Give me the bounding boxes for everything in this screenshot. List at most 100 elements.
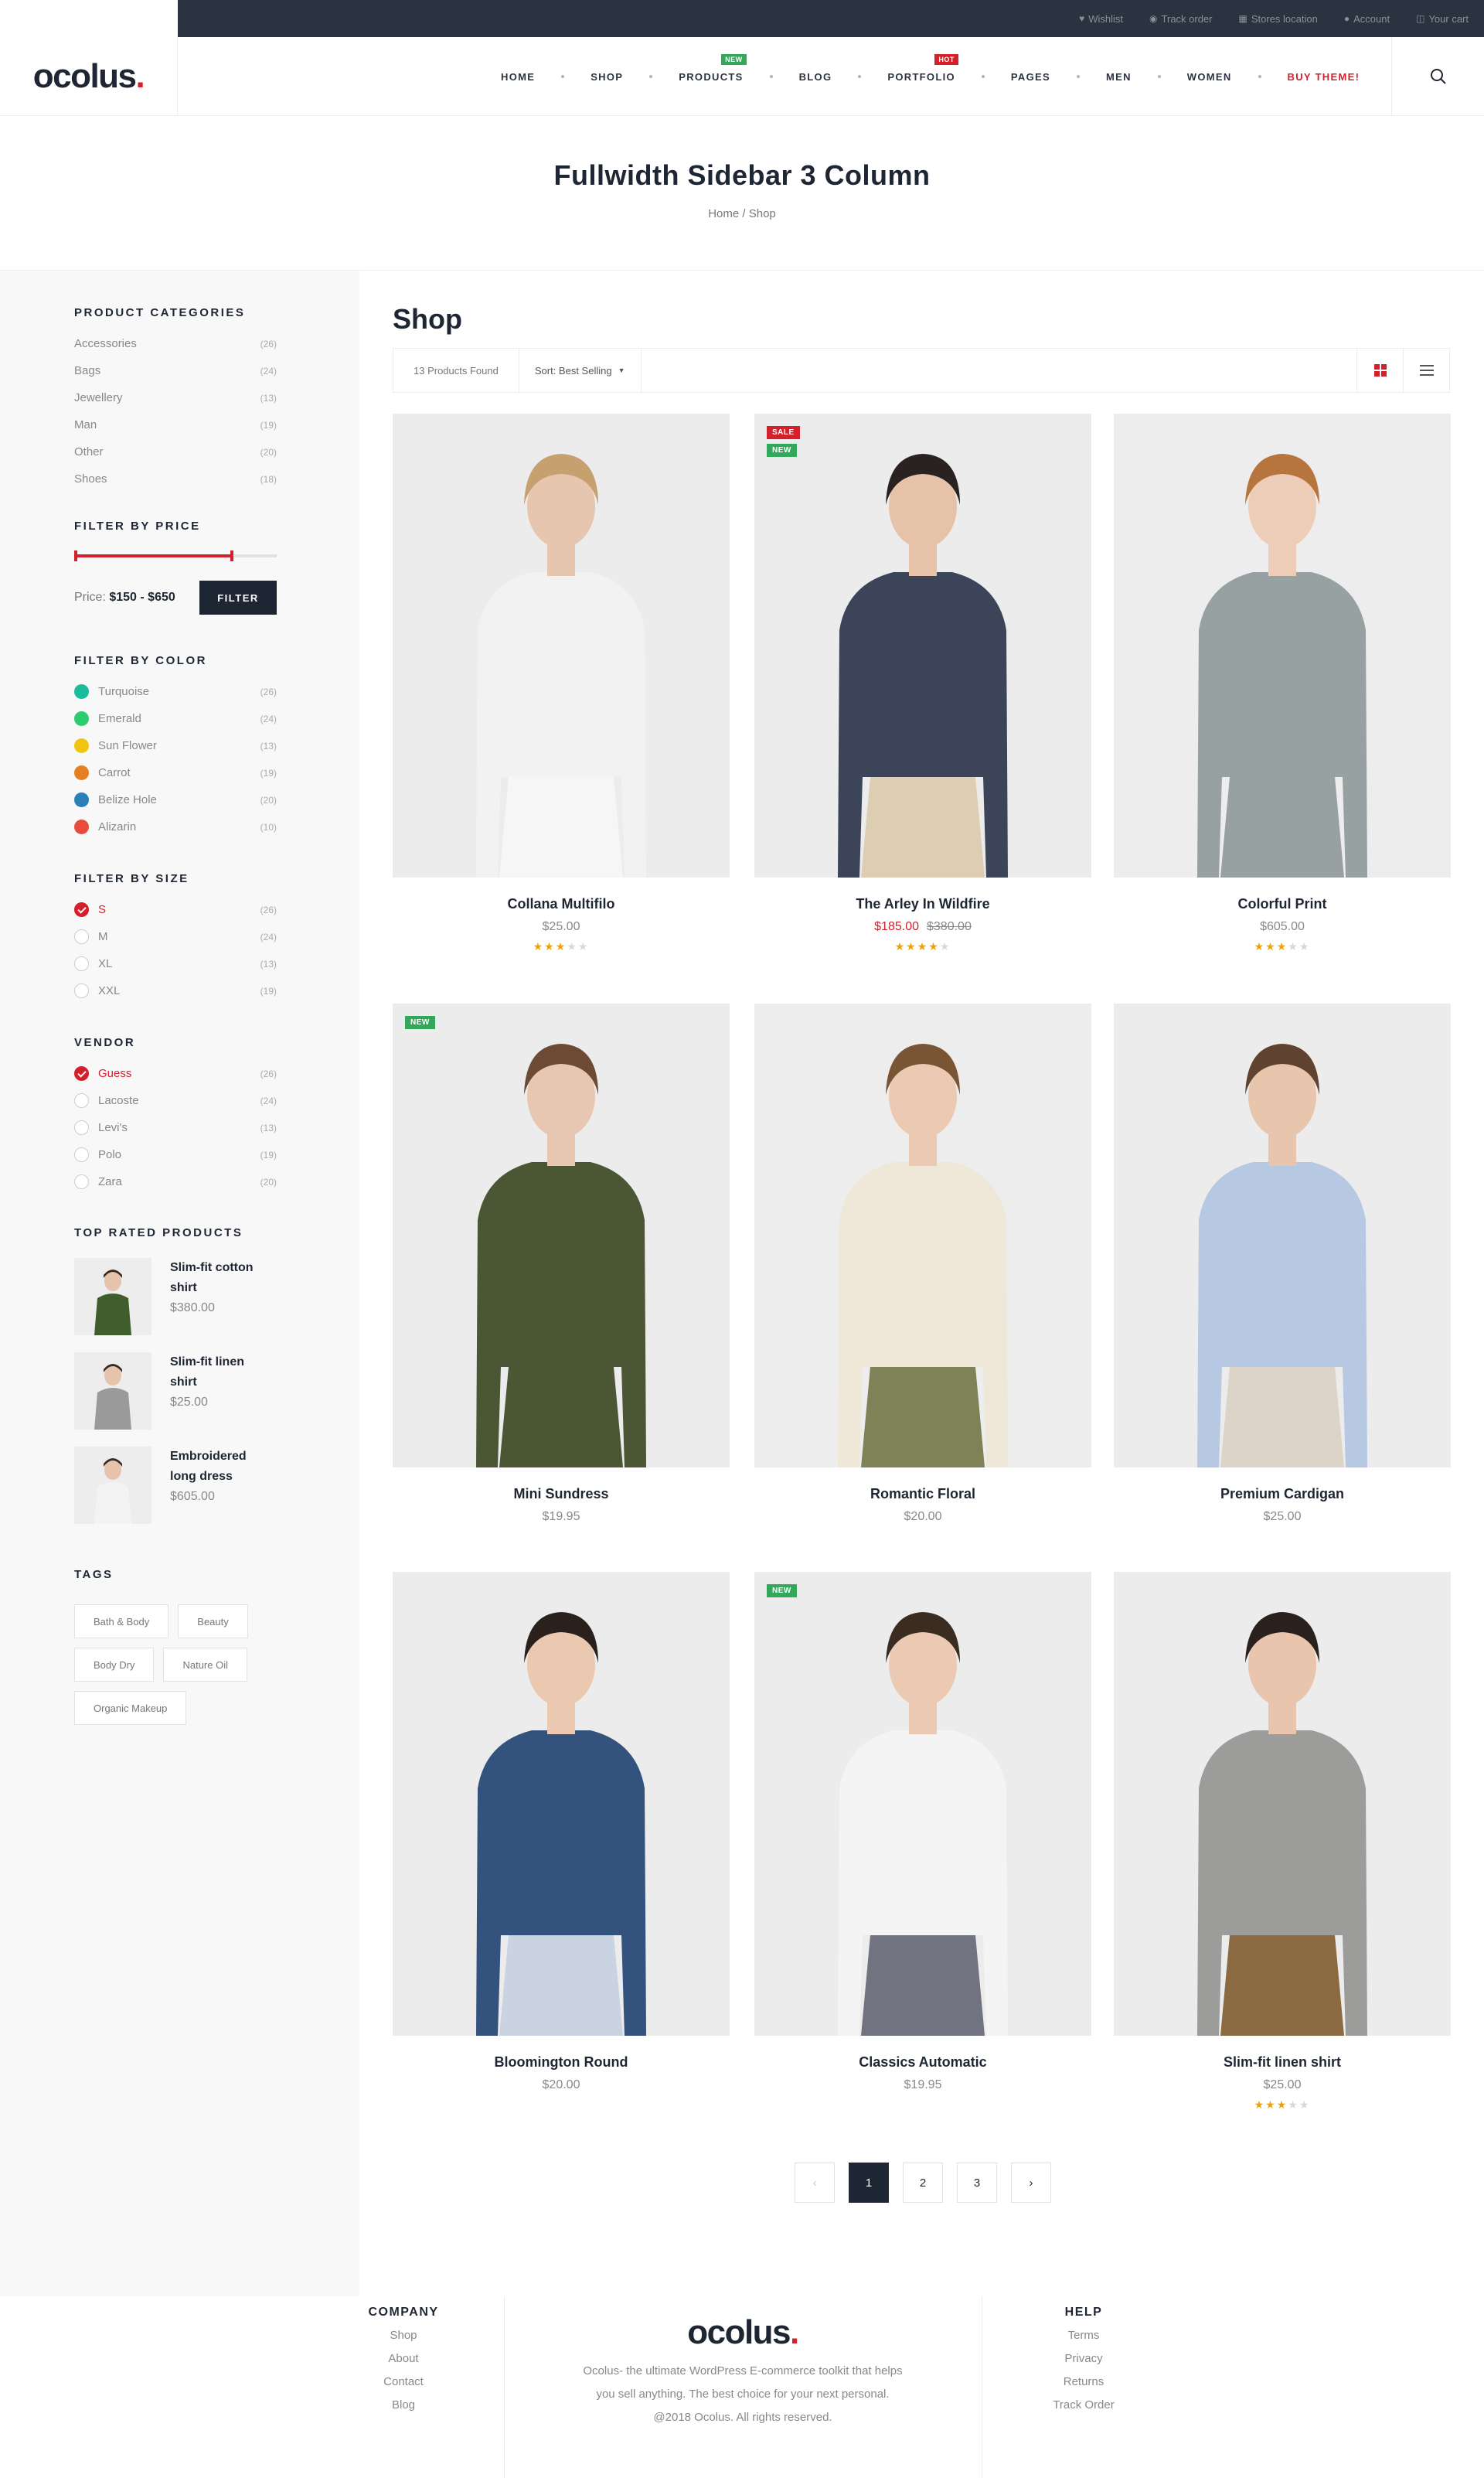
top-rated-thumbnail[interactable]	[74, 1352, 151, 1430]
checkbox-icon[interactable]	[74, 1093, 89, 1108]
checkbox-icon[interactable]	[74, 1174, 89, 1189]
product-card[interactable]: Romantic Floral $20.00	[754, 1004, 1091, 1524]
grid-view-button[interactable]	[1356, 349, 1403, 392]
product-card[interactable]: Bloomington Round $20.00	[393, 1572, 730, 2092]
product-card[interactable]: SALE NEW The Arley In Wildfire $185.00 $380.…	[754, 414, 1091, 953]
product-image[interactable]: NEW	[754, 1572, 1091, 2036]
product-card[interactable]: Slim-fit linen shirt $25.00 ★★★★★	[1114, 1572, 1451, 2112]
color-item[interactable]: Emerald (24)	[74, 705, 277, 732]
top-link-account[interactable]: ● Account	[1344, 13, 1390, 25]
color-item[interactable]: Alizarin (10)	[74, 813, 277, 840]
product-name[interactable]: Slim-fit linen shirt	[1114, 2054, 1451, 2071]
vendor-item[interactable]: Polo (19)	[74, 1141, 277, 1168]
list-view-button[interactable]	[1403, 349, 1449, 392]
color-item[interactable]: Sun Flower (13)	[74, 732, 277, 759]
footer-link-returns[interactable]: Returns	[1020, 2375, 1147, 2389]
checkbox-icon[interactable]	[74, 929, 89, 944]
top-rated-thumbnail[interactable]	[74, 1447, 151, 1524]
price-slider-min-handle[interactable]	[74, 550, 77, 561]
top-rated-name[interactable]: Slim-fit cotton shirt	[170, 1258, 271, 1298]
footer-link-track-order[interactable]: Track Order	[1020, 2398, 1147, 2412]
checkbox-icon[interactable]	[74, 956, 89, 971]
top-rated-item[interactable]: Slim-fit linen shirt $25.00	[74, 1352, 277, 1430]
product-name[interactable]: Romantic Floral	[754, 1486, 1091, 1502]
nav-item-products[interactable]: PRODUCTS NEW	[679, 53, 747, 83]
nav-item-blog[interactable]: BLOG	[799, 71, 832, 83]
size-item[interactable]: S (26)	[74, 896, 277, 923]
footer-link-privacy[interactable]: Privacy	[1020, 2352, 1147, 2366]
filter-button[interactable]: FILTER	[199, 581, 277, 615]
tag-button[interactable]: Organic Makeup	[74, 1691, 187, 1725]
product-card[interactable]: NEW Classics Automatic $19.95	[754, 1572, 1091, 2092]
page-button-1[interactable]: 1	[849, 2163, 889, 2203]
product-card[interactable]: Colorful Print $605.00 ★★★★★	[1114, 414, 1451, 953]
breadcrumb-home[interactable]: Home	[708, 207, 739, 220]
category-item[interactable]: Bags (24)	[74, 357, 277, 384]
checkbox-checked-icon[interactable]	[74, 902, 89, 917]
footer-link-shop[interactable]: Shop	[340, 2329, 467, 2343]
price-slider-max-handle[interactable]	[230, 550, 233, 561]
product-name[interactable]: Classics Automatic	[754, 2054, 1091, 2071]
top-rated-thumbnail[interactable]	[74, 1258, 151, 1335]
color-item[interactable]: Belize Hole (20)	[74, 786, 277, 813]
checkbox-checked-icon[interactable]	[74, 1066, 89, 1081]
prev-page-button[interactable]: ‹	[795, 2163, 835, 2203]
checkbox-icon[interactable]	[74, 1120, 89, 1135]
product-image[interactable]	[1114, 1572, 1451, 2036]
category-item[interactable]: Man (19)	[74, 411, 277, 438]
size-item[interactable]: XL (13)	[74, 950, 277, 977]
product-name[interactable]: The Arley In Wildfire	[754, 896, 1091, 912]
product-name[interactable]: Colorful Print	[1114, 896, 1451, 912]
sort-dropdown[interactable]: Sort: Best Selling ▼	[519, 349, 642, 392]
logo-container[interactable]: ocolus.	[0, 37, 178, 116]
footer-logo[interactable]: ocolus.	[504, 2313, 982, 2352]
tag-button[interactable]: Body Dry	[74, 1648, 155, 1682]
nav-item-home[interactable]: HOME	[501, 71, 535, 83]
page-button-3[interactable]: 3	[957, 2163, 997, 2203]
price-slider[interactable]	[74, 550, 277, 561]
footer-link-about[interactable]: About	[340, 2352, 467, 2366]
tag-button[interactable]: Beauty	[178, 1604, 248, 1638]
top-rated-name[interactable]: Slim-fit linen shirt	[170, 1352, 271, 1392]
footer-link-contact[interactable]: Contact	[340, 2375, 467, 2389]
category-item[interactable]: Jewellery (13)	[74, 384, 277, 411]
color-item[interactable]: Turquoise (26)	[74, 678, 277, 705]
checkbox-icon[interactable]	[74, 1147, 89, 1162]
product-image[interactable]	[1114, 414, 1451, 878]
site-logo[interactable]: ocolus.	[33, 57, 145, 96]
nav-item-buy-theme[interactable]: BUY THEME!	[1288, 71, 1360, 83]
vendor-item[interactable]: Lacoste (24)	[74, 1087, 277, 1114]
category-item[interactable]: Accessories (26)	[74, 330, 277, 357]
product-image[interactable]	[1114, 1004, 1451, 1467]
page-button-2[interactable]: 2	[903, 2163, 943, 2203]
tag-button[interactable]: Nature Oil	[163, 1648, 247, 1682]
tag-button[interactable]: Bath & Body	[74, 1604, 169, 1638]
category-item[interactable]: Other (20)	[74, 438, 277, 465]
top-rated-item[interactable]: Slim-fit cotton shirt $380.00	[74, 1258, 277, 1335]
next-page-button[interactable]: ›	[1011, 2163, 1051, 2203]
checkbox-icon[interactable]	[74, 983, 89, 998]
product-image[interactable]	[754, 1004, 1091, 1467]
top-link-stores-location[interactable]: ▦ Stores location	[1239, 13, 1318, 25]
product-image[interactable]: NEW	[393, 1004, 730, 1467]
search-button[interactable]	[1391, 37, 1484, 116]
top-rated-name[interactable]: Embroidered long dress	[170, 1447, 271, 1487]
product-image[interactable]	[393, 414, 730, 878]
size-item[interactable]: XXL (19)	[74, 977, 277, 1004]
nav-item-shop[interactable]: SHOP	[591, 71, 623, 83]
footer-link-terms[interactable]: Terms	[1020, 2329, 1147, 2343]
nav-item-portfolio[interactable]: PORTFOLIO HOT	[887, 53, 958, 83]
product-card[interactable]: Collana Multifilo $25.00 ★★★★★	[393, 414, 730, 953]
vendor-item[interactable]: Zara (20)	[74, 1168, 277, 1195]
nav-item-women[interactable]: WOMEN	[1187, 71, 1232, 83]
top-link-wishlist[interactable]: ♥ Wishlist	[1079, 13, 1123, 25]
product-name[interactable]: Premium Cardigan	[1114, 1486, 1451, 1502]
top-link-your-cart[interactable]: ◫ Your cart	[1416, 13, 1469, 25]
product-image[interactable]: SALE NEW	[754, 414, 1091, 878]
product-name[interactable]: Collana Multifilo	[393, 896, 730, 912]
top-rated-item[interactable]: Embroidered long dress $605.00	[74, 1447, 277, 1524]
product-card[interactable]: NEW Mini Sundress $19.95	[393, 1004, 730, 1524]
product-name[interactable]: Mini Sundress	[393, 1486, 730, 1502]
product-image[interactable]	[393, 1572, 730, 2036]
product-card[interactable]: Premium Cardigan $25.00	[1114, 1004, 1451, 1524]
